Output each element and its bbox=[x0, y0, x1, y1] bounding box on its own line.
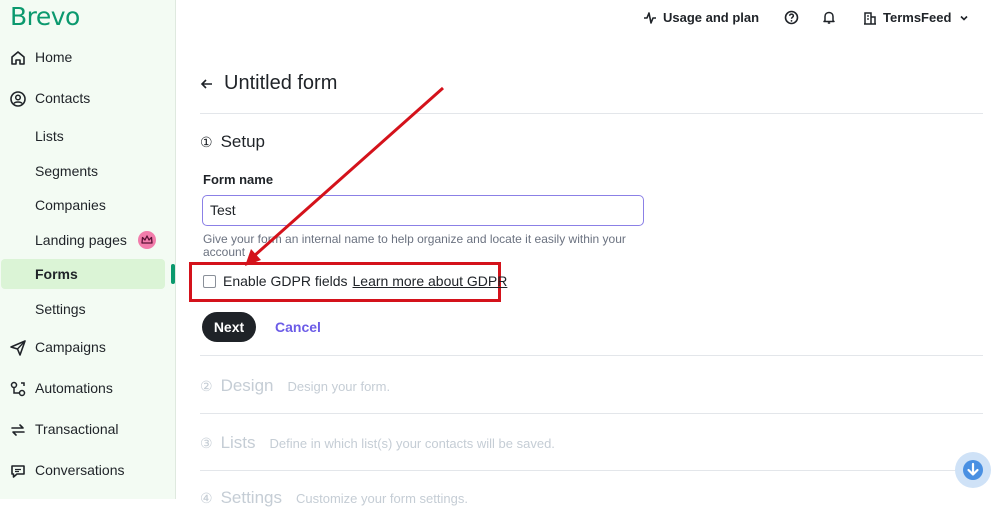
sidebar-subitem-label: Segments bbox=[35, 163, 99, 179]
form-name-input[interactable]: Test bbox=[202, 195, 644, 226]
gdpr-learn-more-link[interactable]: Learn more about GDPR bbox=[353, 273, 508, 289]
sidebar-subitem-label: Settings bbox=[35, 301, 86, 317]
sidebar-item-label: Campaigns bbox=[35, 339, 106, 355]
help-icon bbox=[784, 10, 799, 25]
sidebar-subitem-settings[interactable]: Settings bbox=[0, 294, 176, 324]
form-name-help-text: Give your form an internal name to help … bbox=[203, 232, 626, 259]
sidebar-item-campaigns[interactable]: Campaigns bbox=[0, 332, 176, 362]
gdpr-row: Enable GDPR fields Learn more about GDPR bbox=[203, 273, 507, 289]
divider bbox=[200, 413, 983, 414]
account-name: TermsFeed bbox=[883, 10, 952, 25]
bell-icon bbox=[823, 11, 835, 24]
step-lists: ③ Lists Define in which list(s) your con… bbox=[200, 433, 555, 453]
conversations-icon bbox=[11, 465, 25, 478]
sidebar-item-transactional[interactable]: Transactional bbox=[0, 414, 176, 444]
transactional-icon bbox=[11, 424, 25, 436]
page-header: Untitled form bbox=[200, 72, 337, 95]
sidebar-item-label: Home bbox=[35, 49, 73, 65]
sidebar-subitem-label: Lists bbox=[35, 128, 64, 144]
sidebar-item-conversations[interactable]: Conversations bbox=[0, 455, 176, 485]
form-name-label: Form name bbox=[203, 172, 274, 187]
home-icon bbox=[11, 51, 25, 65]
sidebar-item-label: Automations bbox=[35, 380, 113, 396]
sidebar-item-label: Conversations bbox=[35, 462, 125, 478]
step-setup: ① Setup bbox=[200, 132, 265, 152]
sidebar-item-contacts[interactable]: Contacts bbox=[0, 83, 176, 113]
building-icon bbox=[864, 11, 876, 25]
back-arrow-icon[interactable] bbox=[200, 77, 214, 91]
scroll-down-button[interactable] bbox=[955, 452, 991, 488]
contacts-icon bbox=[10, 91, 26, 107]
sidebar-item-label: Contacts bbox=[35, 90, 91, 106]
step-title: Settings bbox=[220, 488, 282, 507]
step-title: Design bbox=[220, 376, 274, 395]
page-title: Untitled form bbox=[224, 72, 338, 94]
step-title: Setup bbox=[220, 132, 265, 151]
step-title: Lists bbox=[220, 433, 256, 452]
step-settings: ④ Settings Customize your form settings. bbox=[200, 488, 468, 508]
sidebar-subitem-segments[interactable]: Segments bbox=[0, 156, 176, 186]
step-number: ③ bbox=[200, 435, 213, 451]
sidebar: Brevo Home Contacts Lists Segments Compa… bbox=[0, 0, 176, 499]
sidebar-subitem-label: Forms bbox=[35, 266, 78, 282]
step-description: Define in which list(s) your contacts wi… bbox=[269, 436, 555, 451]
help-button[interactable] bbox=[784, 10, 799, 25]
crown-icon bbox=[138, 231, 156, 249]
arrow-down-icon bbox=[963, 460, 983, 480]
usage-and-plan-button[interactable]: Usage and plan bbox=[643, 10, 759, 25]
gdpr-label: Enable GDPR fields bbox=[223, 273, 348, 289]
sidebar-item-label: Transactional bbox=[35, 421, 119, 437]
sidebar-subitem-label: Companies bbox=[35, 197, 106, 213]
step-number: ① bbox=[200, 134, 213, 150]
sidebar-subitem-lists[interactable]: Lists bbox=[0, 121, 176, 151]
active-indicator bbox=[171, 264, 175, 284]
cancel-button[interactable]: Cancel bbox=[275, 319, 321, 335]
sidebar-item-automations[interactable]: Automations bbox=[0, 373, 176, 403]
sidebar-subitem-label: Landing pages bbox=[35, 232, 127, 248]
step-number: ② bbox=[200, 378, 213, 394]
activity-icon bbox=[644, 11, 656, 24]
account-menu[interactable]: TermsFeed bbox=[863, 10, 969, 25]
divider bbox=[200, 113, 983, 114]
sidebar-subitem-companies[interactable]: Companies bbox=[0, 190, 176, 220]
notifications-button[interactable] bbox=[822, 10, 836, 25]
usage-and-plan-label: Usage and plan bbox=[663, 10, 760, 25]
step-description: Design your form. bbox=[287, 379, 391, 394]
divider bbox=[200, 470, 983, 471]
campaigns-icon bbox=[10, 340, 26, 356]
sidebar-item-home[interactable]: Home bbox=[0, 42, 176, 72]
gdpr-checkbox[interactable] bbox=[203, 274, 216, 288]
divider bbox=[200, 355, 983, 356]
step-design: ② Design Design your form. bbox=[200, 376, 390, 396]
top-bar: Usage and plan TermsFeed bbox=[176, 0, 1000, 40]
automations-icon bbox=[10, 381, 26, 397]
next-button[interactable]: Next bbox=[202, 312, 256, 342]
brevo-logo[interactable]: Brevo bbox=[10, 2, 80, 31]
sidebar-subitem-forms[interactable]: Forms bbox=[1, 259, 165, 289]
chevron-down-icon bbox=[960, 15, 968, 21]
